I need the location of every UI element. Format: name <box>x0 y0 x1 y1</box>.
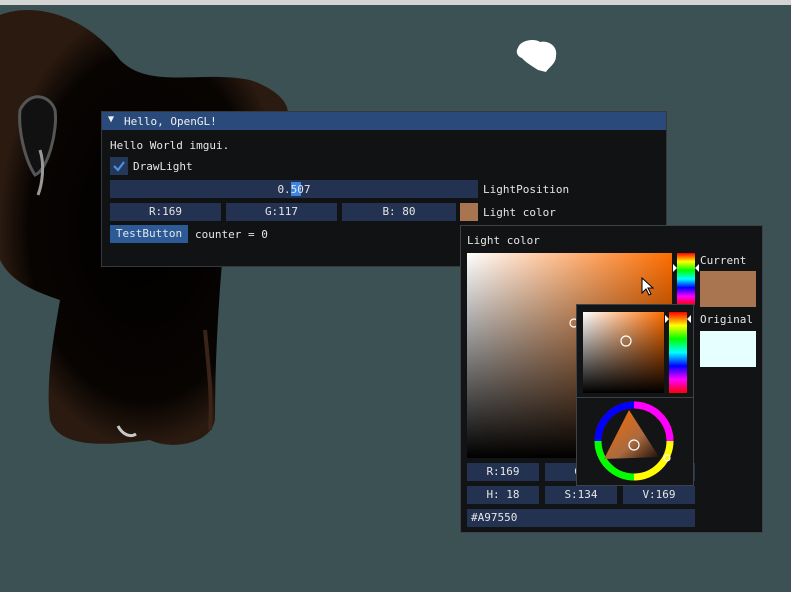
collapse-arrow-icon[interactable]: ▼ <box>108 114 114 125</box>
window-title: Hello, OpenGL! <box>124 115 217 128</box>
mini-saturation-value-square[interactable] <box>583 312 664 393</box>
original-color-swatch[interactable] <box>700 331 756 367</box>
picker-v-field[interactable]: V:169 <box>623 486 695 504</box>
current-label: Current <box>700 254 747 267</box>
mini-hue-marker <box>665 315 691 323</box>
picker-s-field[interactable]: S:134 <box>545 486 617 504</box>
checkmark-icon <box>113 161 125 172</box>
window-title-bar[interactable]: ▼ Hello, OpenGL! <box>102 112 666 130</box>
picker-options-popup[interactable] <box>576 304 694 486</box>
hue-marker <box>673 264 699 272</box>
color-r-field[interactable]: R:169 <box>110 203 221 221</box>
draw-light-checkbox[interactable] <box>110 157 128 175</box>
hello-text: Hello World imgui. <box>110 139 230 152</box>
light-position-value: 0.507 <box>277 183 311 196</box>
color-b-field[interactable]: B: 80 <box>342 203 456 221</box>
mouse-cursor-icon <box>641 277 655 296</box>
current-color-swatch <box>700 271 756 307</box>
test-button[interactable]: TestButton <box>110 225 188 243</box>
hue-wheel-triangle[interactable] <box>591 401 679 483</box>
light-position-slider[interactable]: 0.507 <box>110 180 478 198</box>
popup-separator <box>577 397 693 398</box>
light-color-swatch[interactable] <box>460 203 478 221</box>
original-label: Original <box>700 313 753 326</box>
picker-h-field[interactable]: H: 18 <box>467 486 539 504</box>
mini-sv-cursor <box>620 335 632 347</box>
mini-hue-bar[interactable] <box>669 312 687 393</box>
light-blob <box>516 40 557 72</box>
color-g-field[interactable]: G:117 <box>226 203 337 221</box>
picker-title: Light color <box>467 234 540 247</box>
hex-field[interactable]: #A97550 <box>467 509 695 527</box>
picker-r-field[interactable]: R:169 <box>467 463 539 481</box>
light-color-label: Light color <box>483 206 556 219</box>
light-position-label: LightPosition <box>483 183 570 196</box>
hue-bar[interactable] <box>677 253 695 305</box>
counter-text: counter = 0 <box>195 228 268 241</box>
draw-light-label: DrawLight <box>133 160 193 173</box>
